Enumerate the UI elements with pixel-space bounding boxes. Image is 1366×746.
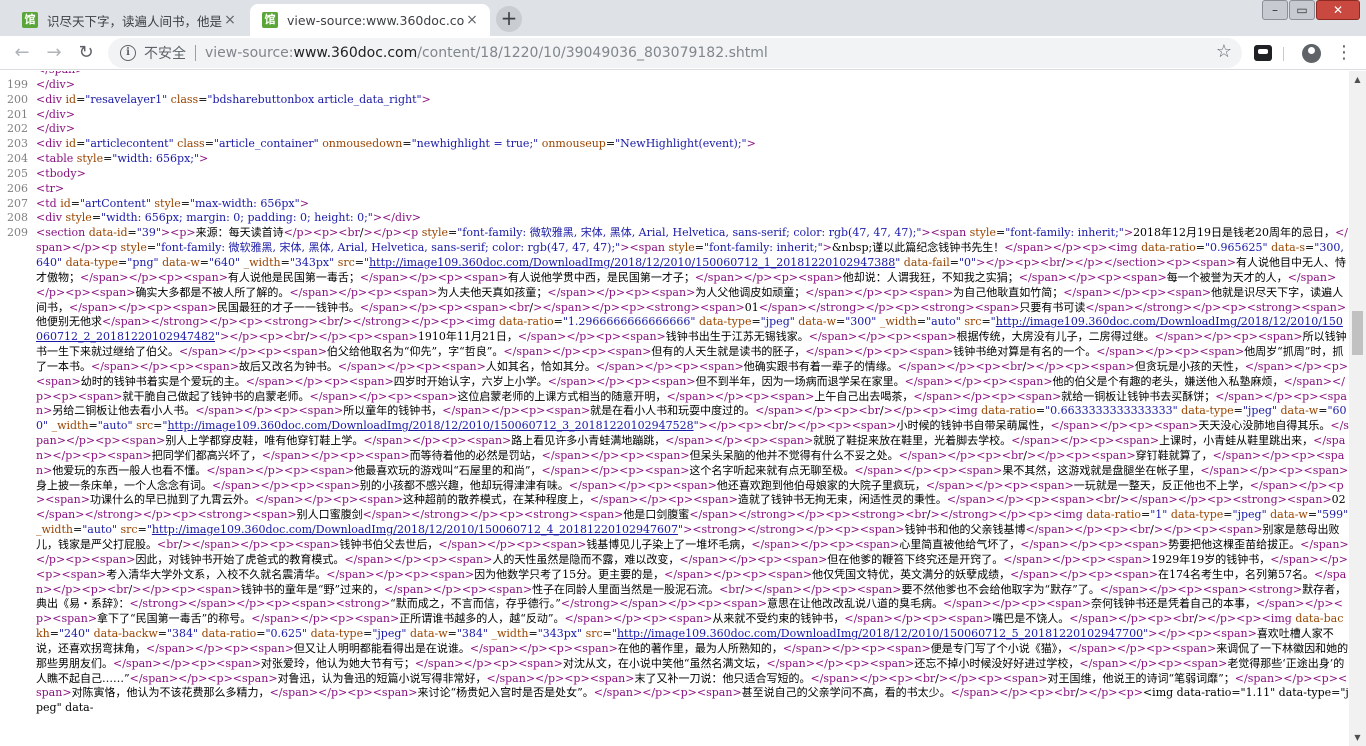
tab-title: 识尽天下字，读遍人间书，他是民 <box>47 13 222 29</box>
line-number: 201 <box>7 107 28 121</box>
scroll-down-icon[interactable]: ▼ <box>1349 729 1366 746</box>
source-line: 205 <tbody> <box>0 167 1349 182</box>
source-line: 203 <div id="articlecontent" class="artic… <box>0 137 1349 152</box>
source-line: </span> <box>0 71 1349 78</box>
line-number: 206 <box>7 181 28 195</box>
line-number <box>0 71 30 78</box>
line-number: 200 <box>7 92 28 106</box>
source-line: 208 <div style="width: 656px; margin: 0; … <box>0 211 1349 226</box>
info-icon[interactable]: i <box>120 45 136 61</box>
line-code: <table style="width: 656px;"> <box>36 152 209 166</box>
window-controls: – ▭ ✕ <box>1261 0 1360 22</box>
scrollbar-thumb[interactable] <box>1352 311 1363 355</box>
back-button[interactable]: ← <box>8 39 36 67</box>
line-number: 205 <box>7 166 28 180</box>
line-number: 203 <box>7 137 28 151</box>
tab-close-icon[interactable]: × <box>222 12 238 28</box>
site-favicon-icon: 馆 <box>262 12 278 28</box>
line-code: </div> <box>36 107 75 121</box>
tab-view-source[interactable]: 馆 view-source:www.360doc.com × <box>250 4 490 36</box>
source-line: 199 </div> <box>0 78 1349 93</box>
bookmark-star-icon[interactable]: ☆ <box>1216 41 1232 62</box>
line-number: 204 <box>7 152 28 166</box>
source-code-view[interactable]: </span>199 </div> 200 <div id="resavelayer1… <box>0 71 1349 746</box>
line-code: <div id="articlecontent" class="article_… <box>36 137 756 151</box>
line-number: 199 <box>7 77 28 91</box>
line-number: 209 <box>7 226 28 240</box>
address-bar[interactable]: i 不安全 view-source:www.360doc.com/content… <box>108 38 1242 68</box>
forward-button[interactable]: → <box>40 39 68 67</box>
line-code: </span> <box>30 71 1349 78</box>
tab-title: view-source:www.360doc.com <box>287 12 464 28</box>
line-code: <div id="resavelayer1" class="bdsharebut… <box>36 92 431 106</box>
site-favicon-icon: 馆 <box>22 12 38 28</box>
menu-icon[interactable]: ⋮ <box>1334 40 1354 66</box>
browser-toolbar: ← → ↻ i 不安全 view-source:www.360doc.com/c… <box>0 36 1366 70</box>
source-line: 201 </div> <box>0 108 1349 123</box>
source-line: 207 <td id="artContent" style="max-width:… <box>0 197 1349 212</box>
security-label[interactable]: 不安全 <box>144 43 186 63</box>
source-line: 204 <table style="width: 656px;"> <box>0 152 1349 167</box>
source-line: 202 </div> <box>0 122 1349 137</box>
source-line: 209 <section data-id="39"><p>来源：每天读首诗</p>… <box>0 226 1349 716</box>
divider <box>1283 47 1284 61</box>
line-number: 207 <box>7 196 28 210</box>
line-code: <section data-id="39"><p>来源：每天读首诗</p><p>… <box>36 226 1349 715</box>
new-tab-button[interactable]: + <box>496 6 522 32</box>
line-code: </div> <box>36 77 75 91</box>
url-path: /content/18/1220/10/39049036_803079182.s… <box>417 45 768 61</box>
line-number: 208 <box>7 211 28 225</box>
source-line: 200 <div id="resavelayer1" class="bdshare… <box>0 93 1349 108</box>
close-window-button[interactable]: ✕ <box>1316 0 1360 20</box>
url-text[interactable]: view-source:www.360doc.com/content/18/12… <box>205 45 768 61</box>
tab-close-icon[interactable]: × <box>464 12 480 28</box>
minimize-button[interactable]: – <box>1262 0 1288 20</box>
line-code: <td id="artContent" style="max-width: 65… <box>36 196 309 210</box>
line-number: 202 <box>7 122 28 136</box>
vertical-scrollbar[interactable]: ▲ ▼ <box>1349 71 1366 746</box>
maximize-button[interactable]: ▭ <box>1289 0 1315 20</box>
line-code: <tbody> <box>36 166 86 180</box>
reload-button[interactable]: ↻ <box>72 39 100 67</box>
line-code: <div style="width: 656px; margin: 0; pad… <box>36 211 422 225</box>
scroll-up-icon[interactable]: ▲ <box>1349 71 1366 88</box>
url-host: www.360doc.com <box>293 45 418 61</box>
extension-icon[interactable] <box>1254 45 1272 61</box>
tab-article[interactable]: 馆 识尽天下字，读遍人间书，他是民 × <box>10 4 248 36</box>
tab-strip: 馆 识尽天下字，读遍人间书，他是民 × 馆 view-source:www.36… <box>0 0 1366 36</box>
divider <box>195 45 196 61</box>
url-scheme: view-source: <box>205 45 294 61</box>
line-code: </div> <box>36 122 75 136</box>
line-code: <tr> <box>36 181 65 195</box>
source-line: 206 <tr> <box>0 182 1349 197</box>
account-icon[interactable] <box>1302 44 1321 63</box>
